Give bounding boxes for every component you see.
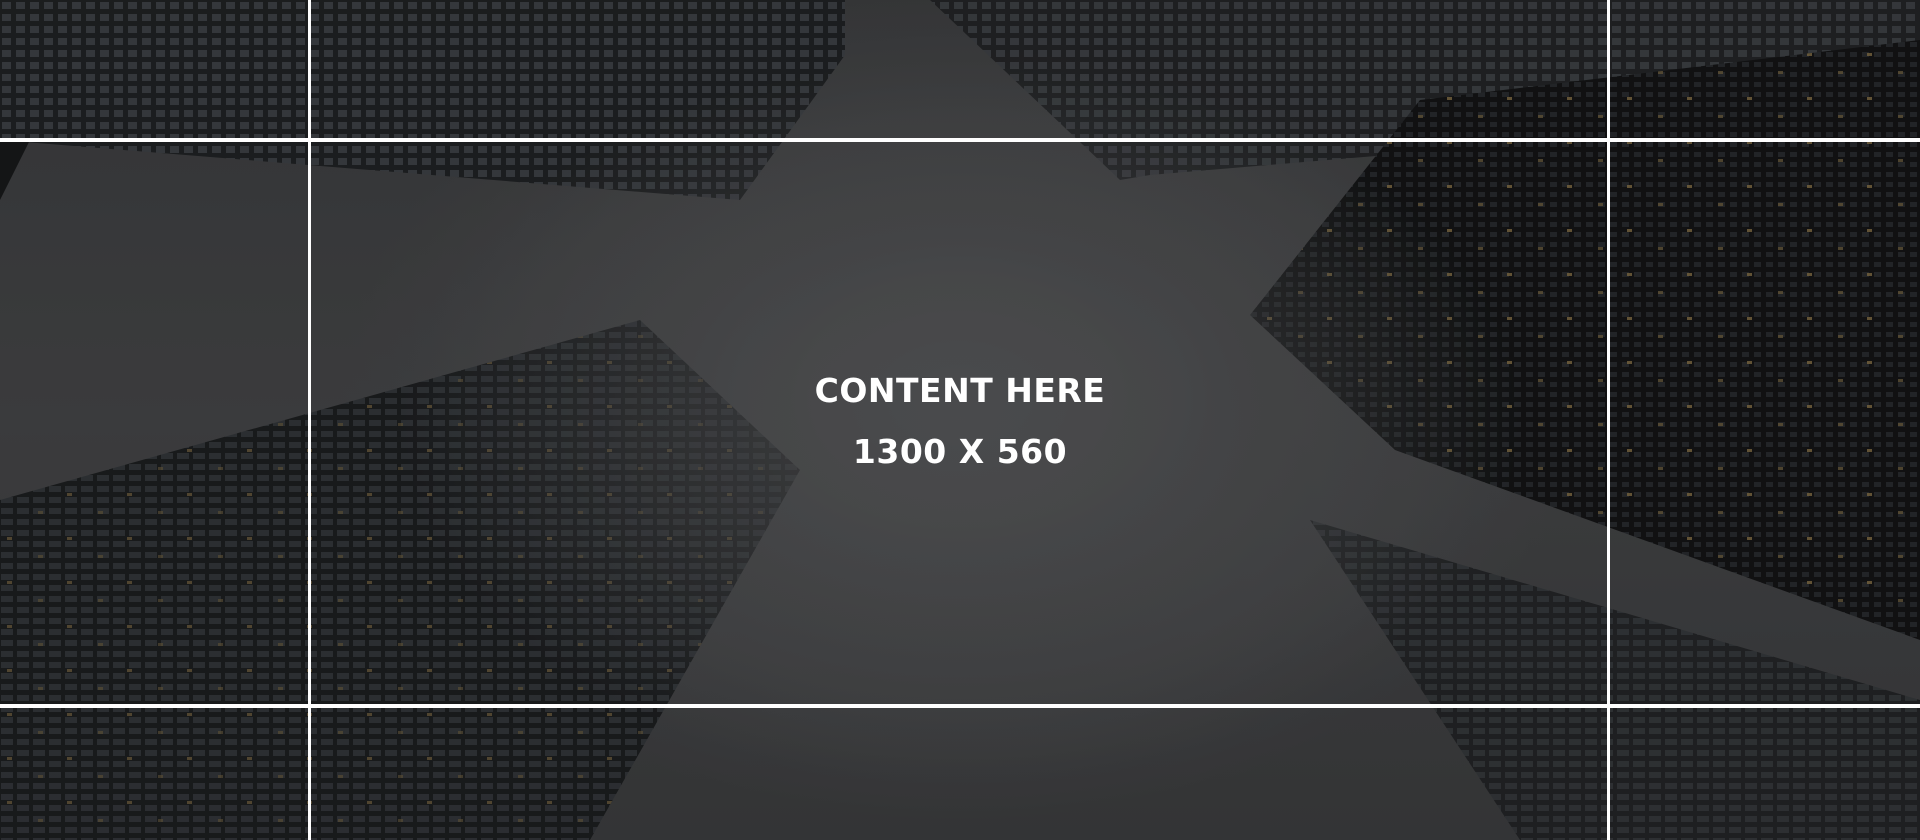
- content-title: CONTENT HERE: [814, 371, 1106, 410]
- placeholder-text: CONTENT HERE 1300 X 560: [0, 360, 1920, 482]
- guide-line-bottom: [0, 704, 1920, 708]
- banner-placeholder: CONTENT HERE 1300 X 560: [0, 0, 1920, 840]
- content-dimensions: 1300 X 560: [852, 432, 1068, 471]
- guide-line-top: [0, 138, 1920, 142]
